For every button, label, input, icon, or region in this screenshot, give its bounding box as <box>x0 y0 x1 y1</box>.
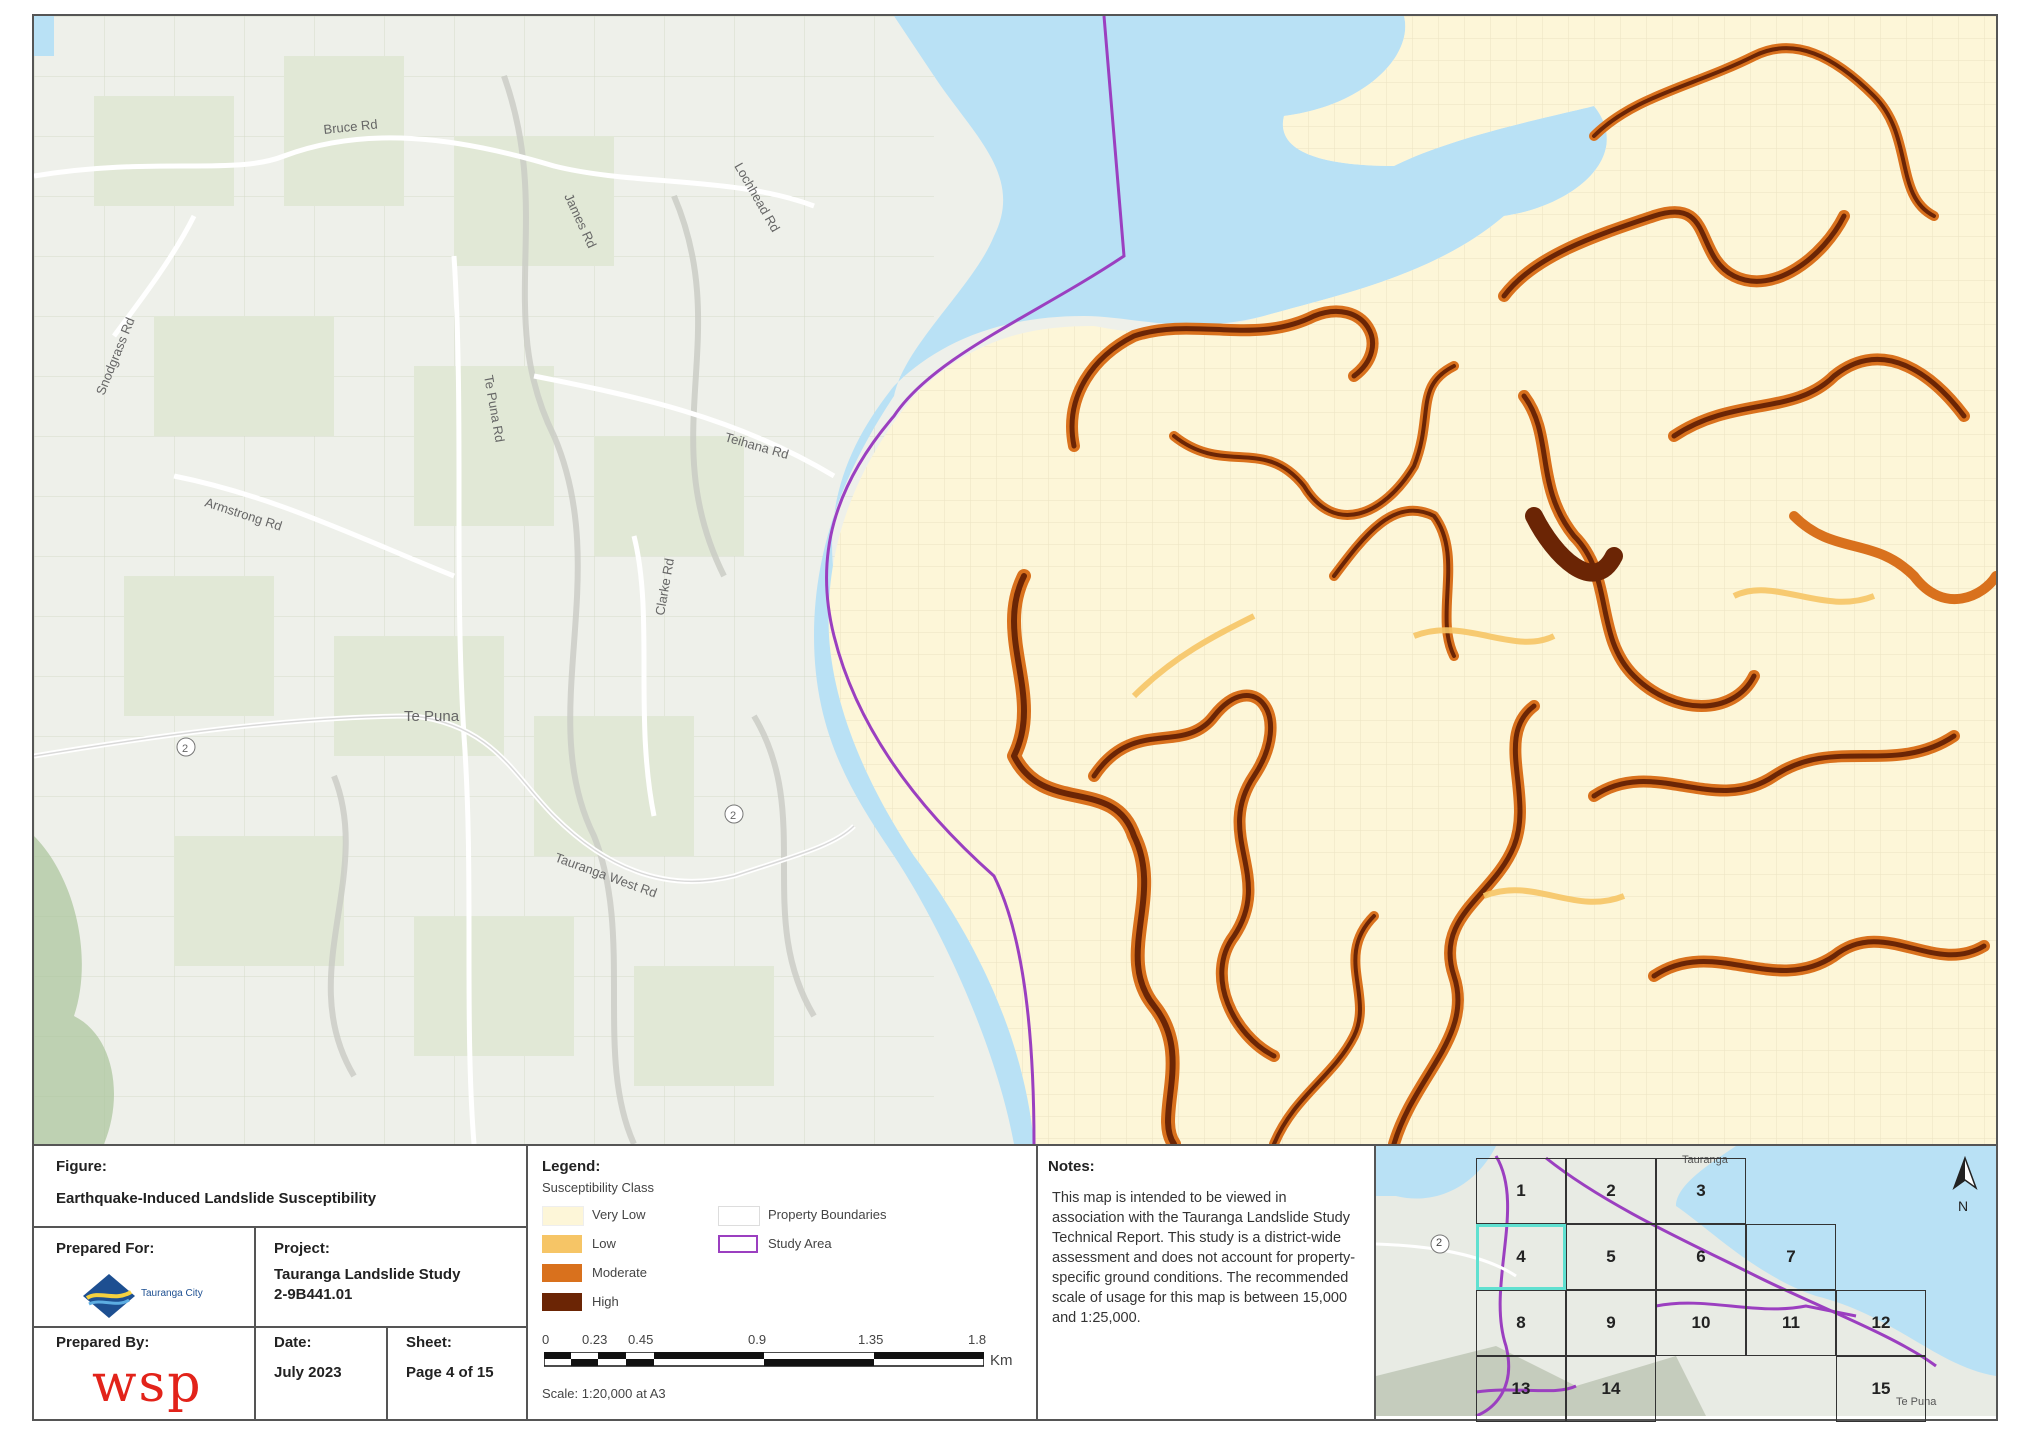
map-canvas[interactable]: Bruce Rd James Rd Lochhead Rd Snodgrass … <box>34 16 1996 1144</box>
divider <box>386 1326 388 1419</box>
scale-tick-0: 0 <box>542 1332 550 1347</box>
legend-swatch-high <box>542 1293 582 1311</box>
legend-swatch-property-boundaries <box>718 1206 760 1226</box>
project-label: Project: <box>274 1240 330 1257</box>
highway-shield-number: 2 <box>182 743 188 755</box>
prepared-by-label: Prepared By: <box>56 1334 150 1351</box>
scale-unit: Km <box>990 1352 1013 1369</box>
wsp-logo: wsp <box>92 1354 203 1414</box>
legend-swatch-study-area <box>718 1235 758 1253</box>
divider <box>254 1326 256 1419</box>
figure-label: Figure: <box>56 1158 107 1175</box>
legend-title: Legend: <box>542 1158 601 1175</box>
index-tile-9[interactable]: 9 <box>1566 1290 1656 1356</box>
legend-swatch-moderate <box>542 1264 582 1282</box>
project-name: Tauranga Landslide Study <box>274 1266 461 1283</box>
highway-shield-number: 2 <box>730 810 736 822</box>
sheet-value: Page 4 of 15 <box>406 1364 494 1381</box>
scale-tick-4: 1.35 <box>858 1332 884 1347</box>
scale-tick-2: 0.45 <box>628 1332 654 1347</box>
place-label-te-puna: Te Puna <box>404 708 460 725</box>
divider <box>34 1226 528 1228</box>
scale-text: Scale: 1:20,000 at A3 <box>542 1386 666 1401</box>
figure-title: Earthquake-Induced Landslide Susceptibil… <box>56 1190 377 1207</box>
legend-label-high: High <box>592 1294 619 1309</box>
map-svg: Bruce Rd James Rd Lochhead Rd Snodgrass … <box>34 16 1996 1144</box>
index-tile-13[interactable]: 13 <box>1476 1356 1566 1422</box>
legend-label-low: Low <box>592 1236 616 1251</box>
legend-subtitle: Susceptibility Class <box>542 1180 654 1195</box>
notes-label: Notes: <box>1048 1158 1095 1175</box>
index-map-panel[interactable]: 2 Tauranga Te Puna N 1 2 3 4 5 6 7 8 9 10 11 12 13 14… <box>1375 1146 1996 1422</box>
legend-label-property-boundaries: Property Boundaries <box>768 1207 887 1222</box>
date-label: Date: <box>274 1334 312 1351</box>
legend-swatch-low <box>542 1235 582 1253</box>
sheet-label: Sheet: <box>406 1334 452 1351</box>
date-value: July 2023 <box>274 1364 342 1381</box>
index-highway-number: 2 <box>1436 1237 1443 1249</box>
notes-text: This map is intended to be viewed in ass… <box>1052 1190 1356 1326</box>
prepared-for-label: Prepared For: <box>56 1240 155 1257</box>
index-tile-7[interactable]: 7 <box>1746 1224 1836 1290</box>
legend-panel: Legend: Susceptibility Class Very Low Lo… <box>528 1146 1038 1419</box>
index-tile-2[interactable]: 2 <box>1566 1158 1656 1224</box>
scale-tick-1: 0.23 <box>582 1332 608 1347</box>
index-tile-12[interactable]: 12 <box>1836 1290 1926 1356</box>
water-nw <box>34 16 54 56</box>
tauranga-logo-text: Tauranga City <box>141 1288 203 1299</box>
index-tile-1[interactable]: 1 <box>1476 1158 1566 1224</box>
divider <box>254 1226 256 1326</box>
title-block: Figure: Earthquake-Induced Landslide Sus… <box>34 1146 528 1419</box>
legend-swatch-very-low <box>542 1206 584 1226</box>
notes-panel: Notes: This map is intended to be viewed… <box>1038 1146 1376 1419</box>
index-tile-3[interactable]: 3 <box>1656 1158 1746 1224</box>
tauranga-logo-icon <box>83 1274 135 1318</box>
index-tile-8[interactable]: 8 <box>1476 1290 1566 1356</box>
scale-tick-3: 0.9 <box>748 1332 767 1347</box>
project-number: 2-9B441.01 <box>274 1286 353 1303</box>
index-tile-10[interactable]: 10 <box>1656 1290 1746 1356</box>
index-tile-14[interactable]: 14 <box>1566 1356 1656 1422</box>
tauranga-city-logo: Tauranga City <box>79 1272 219 1320</box>
index-tile-5[interactable]: 5 <box>1566 1224 1656 1290</box>
divider <box>34 1326 528 1328</box>
legend-label-moderate: Moderate <box>592 1265 647 1280</box>
scale-tick-5: 1.8 <box>968 1332 987 1347</box>
legend-label-study-area: Study Area <box>768 1236 832 1251</box>
legend-label-very-low: Very Low <box>592 1207 646 1222</box>
index-tile-11[interactable]: 11 <box>1746 1290 1836 1356</box>
index-tile-6[interactable]: 6 <box>1656 1224 1746 1290</box>
index-tile-4[interactable]: 4 <box>1476 1224 1566 1290</box>
scale-bar <box>544 1352 984 1367</box>
north-label: N <box>1958 1198 1969 1214</box>
index-tile-15[interactable]: 15 <box>1836 1356 1926 1422</box>
